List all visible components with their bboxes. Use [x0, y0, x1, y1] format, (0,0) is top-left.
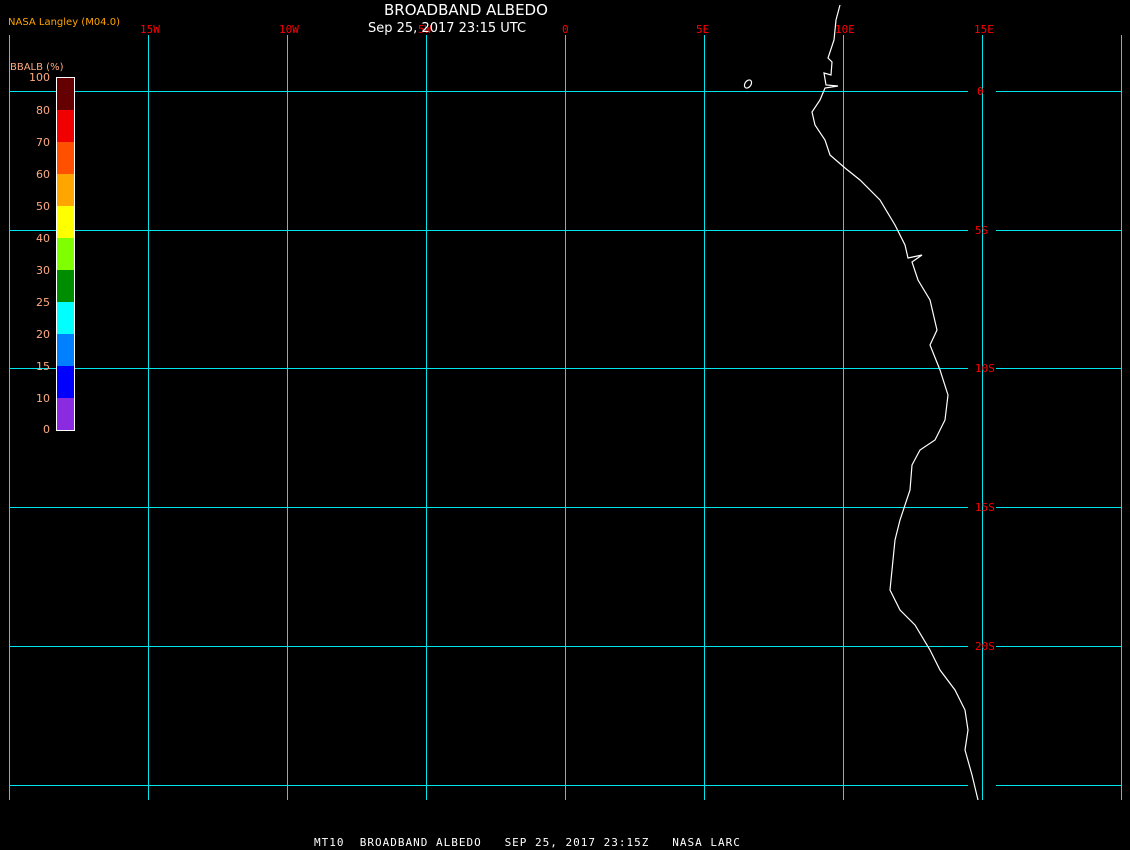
- latitude-label: 15S: [975, 501, 995, 514]
- legend-label: 30: [36, 264, 50, 277]
- legend-label: 25: [36, 296, 50, 309]
- legend-colorbar: [56, 77, 75, 431]
- legend-label: 70: [36, 136, 50, 149]
- longitude-label: 15W: [140, 23, 160, 36]
- map-title: BROADBAND ALBEDO: [384, 1, 548, 19]
- legend-swatch: [57, 206, 74, 238]
- legend-swatch: [57, 398, 74, 430]
- legend-swatch: [57, 334, 74, 366]
- legend-label: 100: [29, 71, 50, 84]
- legend-swatch: [57, 110, 74, 142]
- legend-label: 15: [36, 360, 50, 373]
- latitude-label: 20S: [975, 640, 995, 653]
- legend-label: 50: [36, 200, 50, 213]
- legend-label: 80: [36, 104, 50, 117]
- longitude-label: 10E: [835, 23, 855, 36]
- latitude-label: 0: [977, 85, 984, 98]
- footer-caption: MT10 BROADBAND ALBEDO SEP 25, 2017 23:15…: [314, 836, 741, 849]
- legend-label: 40: [36, 232, 50, 245]
- longitude-label: 15E: [974, 23, 994, 36]
- legend-swatch: [57, 78, 74, 110]
- legend-label: 0: [43, 423, 50, 436]
- legend-swatch: [57, 366, 74, 398]
- latitude-label: 5S: [975, 224, 988, 237]
- legend-label: 60: [36, 168, 50, 181]
- credit-label: NASA Langley (M04.0): [8, 17, 120, 28]
- legend-label: 10: [36, 392, 50, 405]
- longitude-label: 5E: [696, 23, 709, 36]
- latitude-label: 10S: [975, 362, 995, 375]
- legend-swatch: [57, 174, 74, 206]
- legend-swatch: [57, 270, 74, 302]
- legend-swatch: [57, 302, 74, 334]
- longitude-label: 10W: [279, 23, 299, 36]
- map-timestamp: Sep 25, 2017 23:15 UTC: [368, 21, 527, 36]
- legend-swatch: [57, 142, 74, 174]
- coastline: [811, 4, 979, 801]
- island-outline: [743, 79, 753, 89]
- legend-swatch: [57, 238, 74, 270]
- legend-label: 20: [36, 328, 50, 341]
- longitude-label: 0: [562, 23, 569, 36]
- map-canvas: 15W 10W 5W 0 5E 10E 15E05S10S15S20S: [9, 4, 1122, 801]
